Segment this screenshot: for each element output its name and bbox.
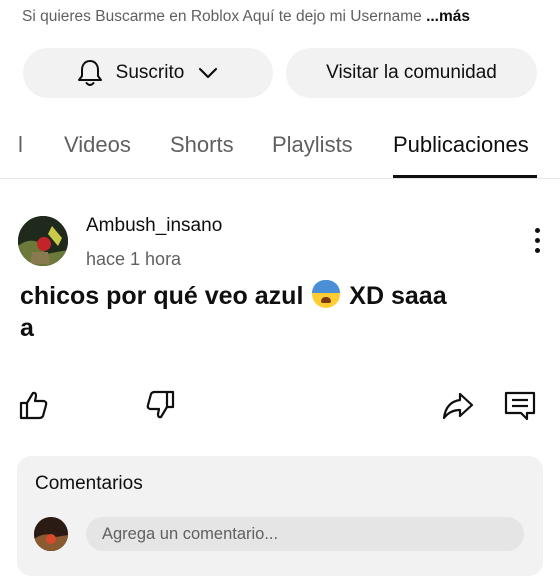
user-avatar <box>34 517 68 551</box>
post-time: hace 1 hora <box>86 249 182 269</box>
tab-playlists[interactable]: Playlists <box>272 112 353 178</box>
comments-section[interactable]: Comentarios <box>17 456 543 576</box>
subscribed-label: Suscrito <box>115 62 185 83</box>
more-link[interactable]: ...más <box>426 8 470 25</box>
post-author[interactable]: Ambush_insano <box>86 215 222 237</box>
comment-icon[interactable] <box>503 388 537 422</box>
tab-shorts[interactable]: Shorts <box>170 112 234 178</box>
comment-input[interactable] <box>86 517 524 551</box>
share-icon[interactable] <box>441 388 475 422</box>
subscribed-button[interactable]: Suscrito <box>23 48 273 98</box>
active-tab-indicator <box>393 175 537 178</box>
author-avatar[interactable] <box>18 216 68 266</box>
post-text: chicos por qué veo azul XD saaa a <box>20 280 510 344</box>
visit-community-label: Visitar la comunidad <box>326 62 497 83</box>
thumbs-down-icon[interactable] <box>143 388 177 422</box>
description-text: Si quieres Buscarme en Roblox Aquí te de… <box>22 8 427 25</box>
anxious-face-emoji-icon <box>312 280 341 308</box>
post-text-part1: chicos por qué veo azul <box>20 282 311 310</box>
tab-publicaciones[interactable]: Publicaciones <box>393 112 529 178</box>
chevron-down-icon <box>199 67 218 79</box>
bell-icon <box>77 60 102 86</box>
post-text-line2: a <box>20 314 34 342</box>
visit-community-button[interactable]: Visitar la comunidad <box>286 48 537 98</box>
channel-description[interactable]: Si quieres Buscarme en Roblox Aquí te de… <box>22 8 542 26</box>
post-text-part2: XD saaa <box>342 282 447 310</box>
thumbs-up-icon[interactable] <box>17 388 51 422</box>
tab-videos[interactable]: Videos <box>64 112 131 178</box>
more-options-icon[interactable] <box>527 228 547 258</box>
comments-title: Comentarios <box>35 473 143 494</box>
tab-partial[interactable]: l <box>18 112 23 178</box>
channel-tabs: l Videos Shorts Playlists Publicaciones <box>0 112 560 179</box>
